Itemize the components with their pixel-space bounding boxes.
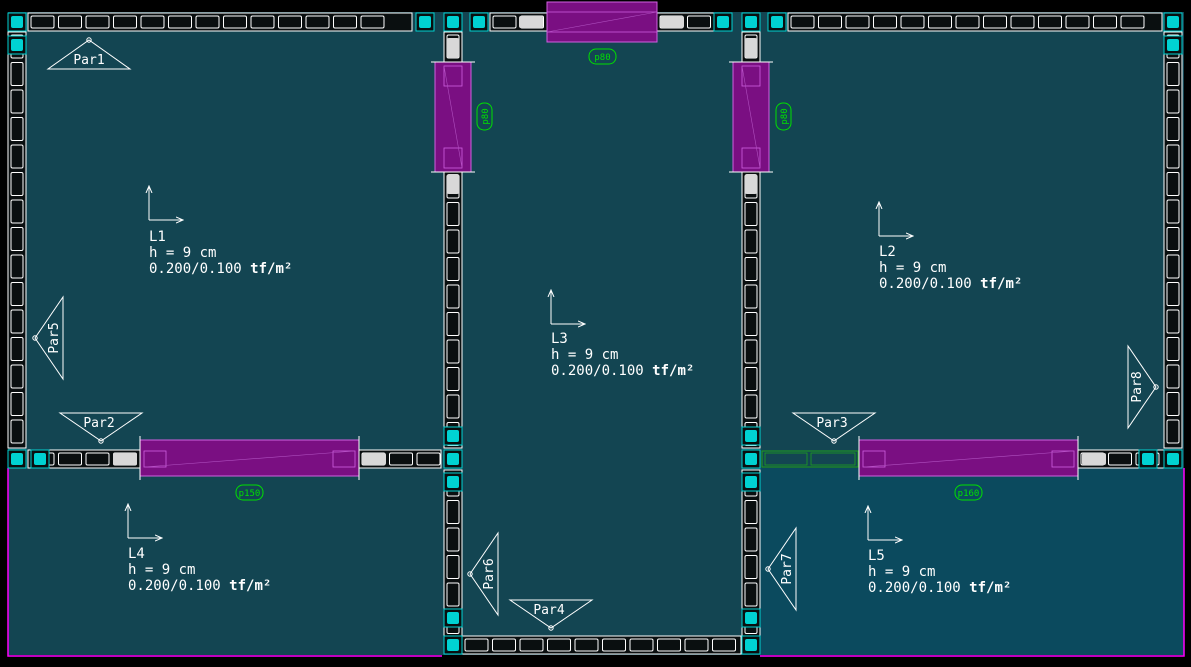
opening-tag-right-door-text: p80 bbox=[780, 108, 790, 124]
wall-strip-left bbox=[7, 31, 27, 449]
grey-block bbox=[745, 38, 757, 58]
wall-joint-0 bbox=[7, 12, 27, 32]
slab-thickness: h = 9 cm bbox=[551, 347, 618, 363]
wall-joint-v-4 bbox=[443, 608, 463, 628]
wall-strip-right bbox=[1163, 31, 1183, 449]
wall-tag-text: Par4 bbox=[533, 603, 564, 618]
slab-name: L3 bbox=[551, 331, 568, 347]
slab-load: 0.200/0.100 tf/m² bbox=[551, 363, 694, 379]
slab-load: 0.200/0.100 tf/m² bbox=[149, 261, 292, 277]
wall-strip-top-right bbox=[787, 12, 1163, 32]
wall-joint-4 bbox=[7, 449, 27, 469]
wall-joint-11 bbox=[469, 12, 489, 32]
slab-name: L1 bbox=[149, 229, 166, 245]
wall-joint-3 bbox=[741, 12, 761, 32]
slab-name: L4 bbox=[128, 546, 145, 562]
wall-joint-1 bbox=[1163, 12, 1183, 32]
wall-tag-text: Par6 bbox=[482, 558, 497, 589]
wall-joint-v-0 bbox=[443, 426, 463, 446]
opening-tag-bottom-right-text: p160 bbox=[958, 489, 980, 499]
wall-tag-text: Par1 bbox=[73, 53, 104, 68]
wall-joint-2 bbox=[443, 12, 463, 32]
slab-name: L2 bbox=[879, 244, 896, 260]
slab-load: 0.200/0.100 tf/m² bbox=[868, 580, 1011, 596]
wall-joint-13 bbox=[767, 12, 787, 32]
wall-strip-int-left-b bbox=[443, 171, 463, 449]
grey-block bbox=[447, 174, 459, 194]
grey-block bbox=[447, 38, 459, 58]
grey-block bbox=[745, 174, 757, 194]
wall-joint-9 bbox=[741, 635, 761, 655]
wall-joint-15 bbox=[1138, 449, 1158, 469]
wall-strip-bottom-center bbox=[461, 635, 742, 655]
wall-tag-text: Par3 bbox=[816, 416, 847, 431]
wall-joint-10 bbox=[415, 12, 435, 32]
wall-joint-12 bbox=[713, 12, 733, 32]
wall-joint-v-3 bbox=[741, 472, 761, 492]
wall-strip-int-right-b bbox=[741, 171, 761, 449]
wall-joint-v-1 bbox=[741, 426, 761, 446]
wall-joint-6 bbox=[443, 449, 463, 469]
wall-joint-corner-0 bbox=[7, 35, 27, 55]
slab-load: 0.200/0.100 tf/m² bbox=[128, 578, 271, 594]
wall-joint-v-5 bbox=[741, 608, 761, 628]
wall-tag-text: Par8 bbox=[1130, 371, 1145, 402]
slab-load: 0.200/0.100 tf/m² bbox=[879, 276, 1022, 292]
grey-block bbox=[362, 453, 386, 465]
wall-tag-text: Par5 bbox=[47, 322, 62, 353]
opening-tag-top-text: p80 bbox=[594, 53, 610, 63]
grey-block bbox=[660, 16, 684, 28]
wall-tag-text: Par7 bbox=[780, 553, 795, 584]
wall-joint-corner-1 bbox=[1163, 35, 1183, 55]
slab-thickness: h = 9 cm bbox=[868, 564, 935, 580]
grey-block bbox=[519, 16, 543, 28]
wall-joint-7 bbox=[741, 449, 761, 469]
wall-strip-top-left bbox=[27, 12, 413, 32]
wall-joint-14 bbox=[30, 449, 50, 469]
slab-thickness: h = 9 cm bbox=[879, 260, 946, 276]
opening-tag-bottom-left-text: p150 bbox=[239, 489, 261, 499]
wall-joint-8 bbox=[443, 635, 463, 655]
grey-block bbox=[1082, 453, 1106, 465]
slab-thickness: h = 9 cm bbox=[149, 245, 216, 261]
wall-joint-5 bbox=[1163, 449, 1183, 469]
grey-block bbox=[113, 453, 137, 465]
floor-plan: p80 p80 p80 p150 p160 L1 h = 9 cm 0.200/… bbox=[0, 0, 1191, 667]
wall-joint-v-2 bbox=[443, 472, 463, 492]
slab-thickness: h = 9 cm bbox=[128, 562, 195, 578]
opening-tag-left-door-text: p80 bbox=[481, 108, 491, 124]
slab-name: L5 bbox=[868, 548, 885, 564]
wall-tag-text: Par2 bbox=[83, 416, 114, 431]
